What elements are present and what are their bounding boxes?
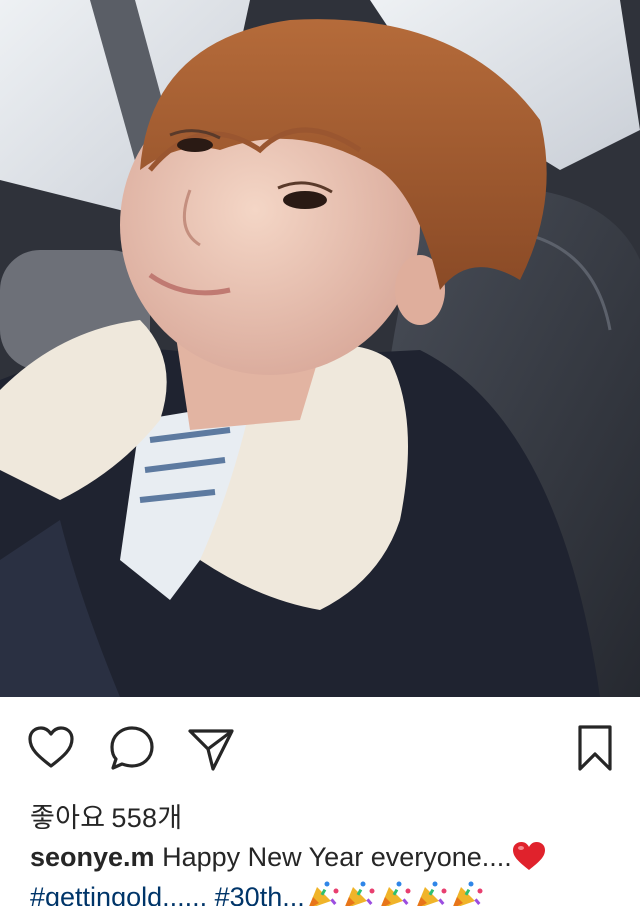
like-count[interactable]: 좋아요 558개 (30, 796, 183, 835)
caption-username[interactable]: seonye.m (30, 842, 155, 872)
party-popper-emoji (341, 879, 377, 906)
bookmark-icon[interactable] (570, 723, 618, 773)
post-photo[interactable] (0, 0, 640, 697)
heart-outline-icon[interactable] (26, 723, 76, 773)
party-popper-emoji (305, 879, 341, 906)
paper-plane-icon[interactable] (186, 723, 236, 773)
likes-count: 558개 (111, 803, 183, 833)
party-popper-emoji (377, 879, 413, 906)
speech-bubble-icon[interactable] (107, 723, 157, 773)
party-popper-emoji (449, 879, 485, 906)
party-popper-emoji (413, 879, 449, 906)
likes-label: 좋아요 (30, 803, 106, 833)
selfie-photo (0, 0, 640, 697)
post-caption: seonye.m Happy New Year everyone.... #ge… (30, 840, 620, 906)
hashtag-gettingold[interactable]: #gettingold...... (30, 882, 207, 906)
red-heart-emoji (512, 841, 546, 879)
caption-text: Happy New Year everyone.... (162, 842, 512, 872)
post-action-bar (0, 697, 640, 795)
hashtag-30th[interactable]: #30th... (215, 882, 305, 906)
